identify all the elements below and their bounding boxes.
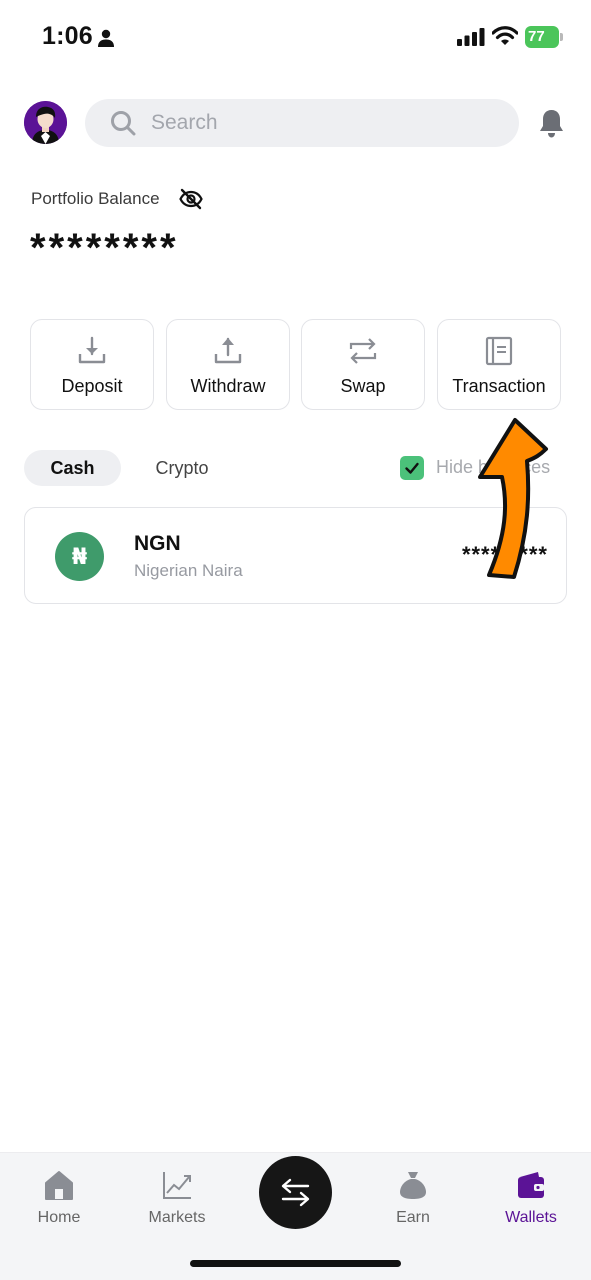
portfolio-balance: ******** [30, 226, 179, 270]
checkmark-icon [405, 462, 419, 474]
swap-button[interactable]: Swap [301, 319, 425, 410]
tab-cash[interactable]: Cash [24, 450, 121, 486]
wifi-icon [492, 26, 518, 45]
deposit-label: Deposit [61, 376, 123, 396]
transaction-label: Transaction [452, 376, 546, 396]
wallet-icon [518, 1172, 544, 1198]
transaction-button[interactable]: Transaction [437, 319, 561, 410]
home-icon [45, 1171, 73, 1200]
tab-crypto[interactable]: Crypto [137, 450, 227, 486]
naira-icon: ₦ [55, 532, 104, 581]
avatar[interactable] [24, 101, 67, 144]
nav-home-label: Home [37, 1209, 81, 1226]
nav-earn-label: Earn [396, 1209, 430, 1226]
swap-arrows-icon [281, 1178, 310, 1207]
swap-icon [349, 338, 377, 364]
battery-icon: 77 [525, 26, 563, 48]
nav-wallets[interactable]: Wallets [472, 1167, 590, 1247]
status-time: 1:06 [42, 22, 93, 50]
nav-markets-label: Markets [148, 1209, 206, 1226]
deposit-button[interactable]: Deposit [30, 319, 154, 410]
upload-icon [214, 337, 242, 364]
hide-balances-checkbox[interactable] [400, 456, 424, 480]
download-icon [78, 336, 106, 364]
home-indicator [190, 1260, 401, 1267]
search-bar[interactable] [85, 99, 519, 147]
swap-label: Swap [340, 376, 386, 396]
swap-fab-button[interactable] [259, 1156, 332, 1229]
money-bag-icon [400, 1172, 426, 1199]
nav-earn[interactable]: Earn [354, 1167, 472, 1247]
signal-icon [457, 28, 485, 46]
bell-icon[interactable] [538, 108, 565, 138]
document-icon [485, 336, 513, 366]
avatar-face-icon [24, 101, 67, 144]
naira-symbol: ₦ [72, 545, 87, 570]
nav-markets[interactable]: Markets [118, 1167, 236, 1247]
portfolio-label: Portfolio Balance [31, 189, 160, 208]
battery-body: 77 [525, 26, 559, 48]
battery-tip [560, 33, 563, 41]
nav-home[interactable]: Home [0, 1167, 118, 1247]
search-input[interactable] [151, 109, 491, 137]
person-icon [98, 29, 114, 47]
withdraw-label: Withdraw [190, 376, 266, 396]
withdraw-button[interactable]: Withdraw [166, 319, 290, 410]
status-bar: 1:06 77 [0, 0, 591, 76]
chart-icon [163, 1172, 191, 1199]
tab-cash-label: Cash [50, 458, 95, 478]
search-icon [111, 111, 136, 136]
battery-level: 77 [528, 28, 545, 45]
nav-wallets-label: Wallets [505, 1209, 557, 1226]
annotation-arrow-icon [478, 418, 548, 579]
asset-name: Nigerian Naira [134, 561, 243, 580]
eye-off-icon[interactable] [179, 187, 203, 211]
tab-crypto-label: Crypto [155, 458, 209, 478]
asset-code: NGN [134, 532, 181, 555]
